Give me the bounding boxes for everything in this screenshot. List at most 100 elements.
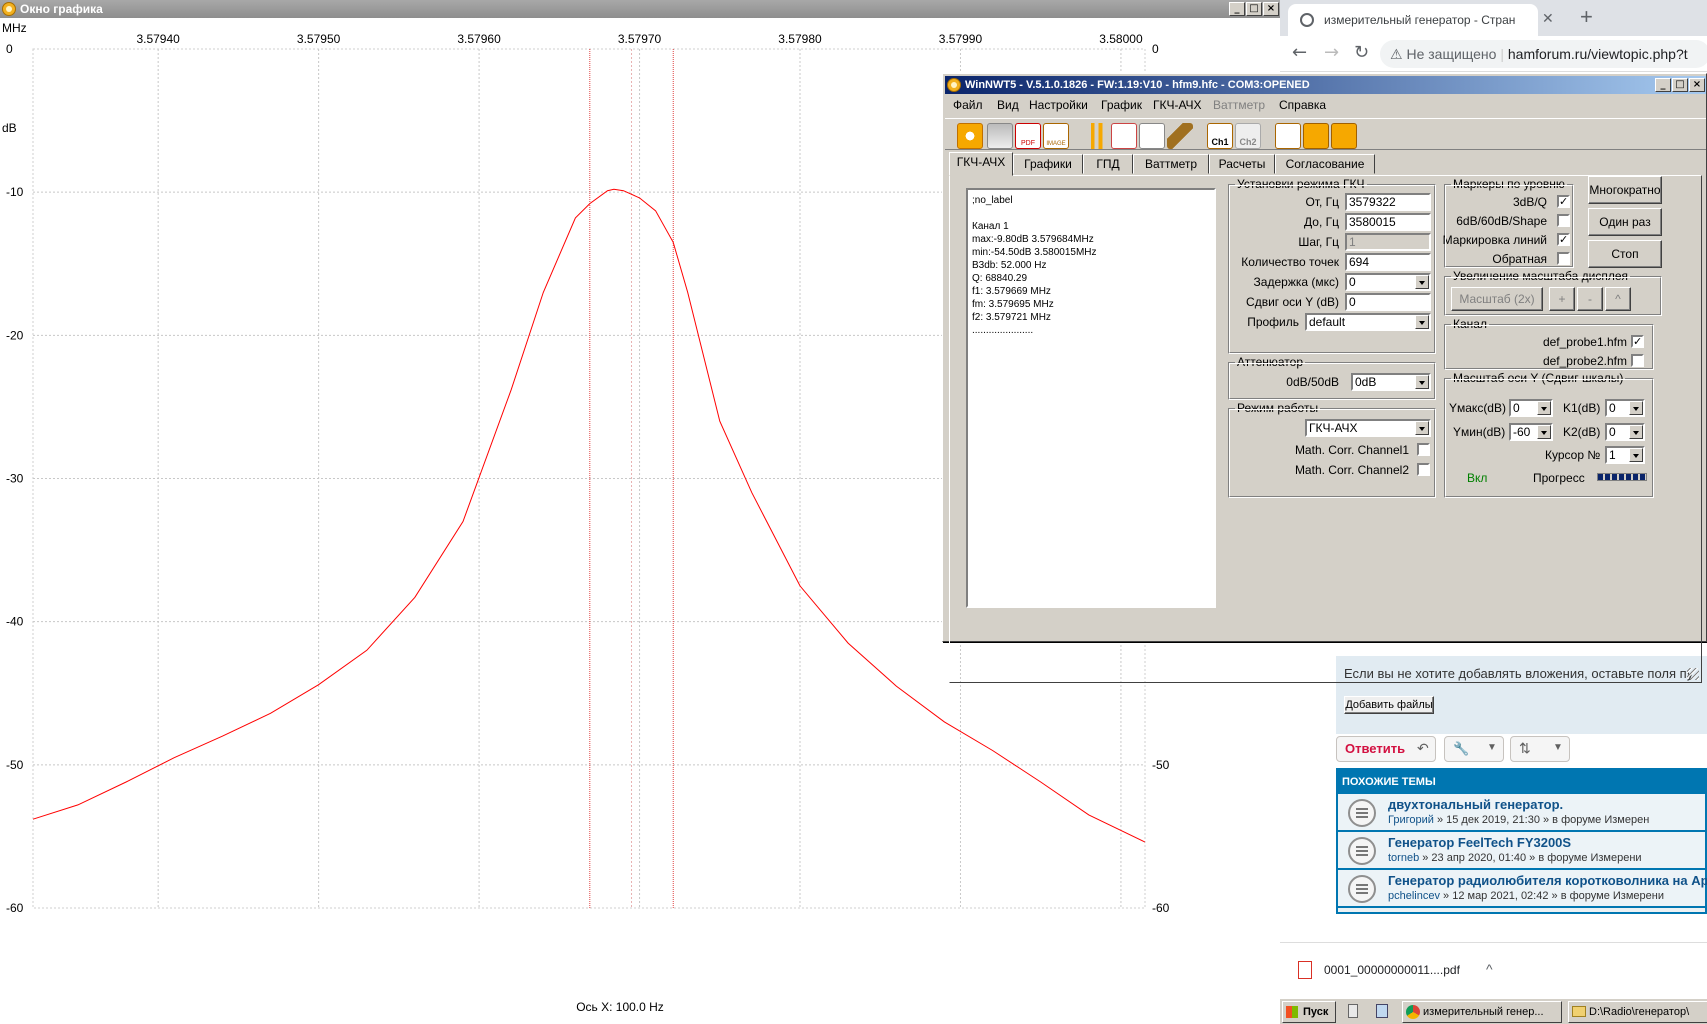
new-tab-button[interactable]: +	[1580, 4, 1593, 30]
chevron-down-icon[interactable]	[1629, 401, 1643, 415]
power-icon[interactable]	[957, 123, 983, 149]
k1-select[interactable]: 0	[1605, 399, 1645, 417]
probe1-checkbox[interactable]: ✓	[1631, 335, 1644, 348]
tools-dropdown[interactable]: 🔧 ▼	[1444, 736, 1504, 762]
image-export-icon[interactable]: IMAGE	[1043, 123, 1069, 149]
sweep-once-button[interactable]: Один раз	[1588, 208, 1662, 236]
channel2-icon[interactable]: Ch2	[1235, 123, 1261, 149]
menu-view[interactable]: Вид	[997, 98, 1019, 112]
points-input[interactable]: 694	[1345, 253, 1431, 271]
tab-matching[interactable]: Согласование	[1275, 154, 1375, 174]
load-icon[interactable]	[1331, 123, 1357, 149]
download-file-name[interactable]: 0001_00000000011....pdf	[1324, 963, 1460, 977]
menu-file[interactable]: Файл	[953, 98, 983, 112]
profile-select[interactable]: default	[1305, 313, 1431, 331]
maximize-button[interactable]: □	[1672, 78, 1688, 92]
channel1-icon[interactable]: Ch1	[1207, 123, 1233, 149]
menu-graph[interactable]: График	[1101, 98, 1142, 112]
stop-button[interactable]: Стоп	[1588, 240, 1662, 268]
chevron-down-icon[interactable]	[1415, 275, 1429, 289]
close-button[interactable]: ×	[1263, 2, 1279, 16]
forward-icon[interactable]: →	[1324, 42, 1339, 63]
menu-help[interactable]: Справка	[1279, 98, 1326, 112]
minimize-button[interactable]: _	[1655, 78, 1671, 92]
probe2-checkbox[interactable]	[1631, 354, 1644, 367]
download-chevron-icon[interactable]: ^	[1486, 961, 1493, 977]
cursor-select[interactable]: 1	[1605, 446, 1645, 464]
table-icon[interactable]	[1111, 123, 1137, 149]
tab-wattmeter[interactable]: Ваттметр	[1133, 154, 1209, 174]
zoom-up-button[interactable]: ^	[1605, 287, 1631, 311]
ymax-select[interactable]: 0	[1509, 399, 1553, 417]
mode-select[interactable]: ГКЧ-АЧХ	[1305, 419, 1431, 437]
minimize-button[interactable]: _	[1229, 2, 1245, 16]
related-topic-row[interactable]: Генератор радиолюбителя коротковолника н…	[1338, 870, 1707, 908]
close-button[interactable]: ×	[1689, 78, 1705, 92]
menu-settings[interactable]: Настройки	[1029, 98, 1088, 112]
reload-icon[interactable]: ↻	[1354, 42, 1369, 63]
chevron-down-icon[interactable]	[1629, 448, 1643, 462]
yshift-input[interactable]: 0	[1345, 293, 1431, 311]
tab-sweep[interactable]: ГКЧ-АЧХ	[949, 152, 1013, 176]
related-topic-author[interactable]: torneb	[1388, 852, 1419, 864]
chevron-down-icon[interactable]	[1537, 425, 1551, 439]
from-input[interactable]: 3579322	[1345, 193, 1431, 211]
tools-icon[interactable]	[1083, 123, 1109, 149]
delay-select[interactable]: 0	[1345, 273, 1431, 291]
related-topic-row[interactable]: Генератор FeelTech FY3200S torneb » 23 ап…	[1338, 832, 1705, 870]
chevron-down-icon[interactable]	[1415, 315, 1429, 329]
pdf-export-icon[interactable]: PDF	[1015, 123, 1041, 149]
winnwt-titlebar[interactable]: WinNWT5 - V.5.1.0.1826 - FW:1.19:V10 - h…	[945, 76, 1706, 94]
related-topic-title[interactable]: Генератор радиолюбителя коротковолника н…	[1388, 873, 1707, 888]
add-files-button[interactable]: Добавить файлы	[1344, 696, 1434, 714]
marker-3db-checkbox[interactable]: ✓	[1557, 195, 1570, 208]
attenuator-select[interactable]: 0dB	[1351, 373, 1431, 391]
taskbar-item-folder[interactable]: D:\Radio\генератор\	[1568, 1001, 1707, 1023]
zoom-out-button[interactable]: -	[1577, 287, 1603, 311]
save-icon[interactable]	[1303, 123, 1329, 149]
ymin-select[interactable]: -60	[1509, 423, 1553, 441]
quicklaunch-icon[interactable]	[1376, 1004, 1388, 1018]
sweep-icon[interactable]	[1275, 123, 1301, 149]
zoom-scale-button[interactable]: Масштаб (2x)	[1451, 287, 1543, 311]
zoom-in-button[interactable]: +	[1549, 287, 1575, 311]
reply-button[interactable]: Ответить ↶	[1336, 736, 1436, 762]
measurement-info[interactable]: ;no_label Канал 1 max:-9.80dB 3.579684MH…	[966, 188, 1216, 608]
start-button[interactable]: Пуск	[1282, 1001, 1336, 1023]
corr1-checkbox[interactable]	[1417, 443, 1430, 456]
tab-calc[interactable]: Расчеты	[1209, 154, 1275, 174]
k2-select[interactable]: 0	[1605, 423, 1645, 441]
marker-shape-checkbox[interactable]	[1557, 214, 1570, 227]
resize-grip-icon[interactable]	[1687, 668, 1699, 680]
taskbar-item-browser[interactable]: измерительный генер...	[1402, 1001, 1562, 1023]
marker-inverse-checkbox[interactable]	[1557, 252, 1570, 265]
close-tab-icon[interactable]: ✕	[1542, 10, 1554, 27]
step-input[interactable]: 1	[1345, 233, 1431, 251]
to-input[interactable]: 3580015	[1345, 213, 1431, 231]
menu-wattmeter[interactable]: Ваттметр	[1213, 98, 1265, 112]
chevron-down-icon[interactable]	[1415, 375, 1429, 389]
related-topic-author[interactable]: pchelincev	[1388, 890, 1440, 902]
tab-vfo[interactable]: ГПД	[1083, 154, 1133, 174]
calibrate-icon[interactable]	[1167, 123, 1193, 149]
related-topic-title[interactable]: двухтональный генератор.	[1388, 797, 1563, 812]
graph-icon[interactable]	[1139, 123, 1165, 149]
related-topic-title[interactable]: Генератор FeelTech FY3200S	[1388, 835, 1571, 850]
sort-dropdown[interactable]: ⇅ ▼	[1510, 736, 1570, 762]
tab-graphs[interactable]: Графики	[1013, 154, 1083, 174]
print-icon[interactable]	[987, 123, 1013, 149]
chevron-down-icon[interactable]	[1537, 401, 1551, 415]
chevron-down-icon[interactable]	[1629, 425, 1643, 439]
menu-sweep[interactable]: ГКЧ-АЧХ	[1153, 98, 1202, 112]
back-icon[interactable]: ←	[1292, 42, 1307, 63]
chevron-down-icon[interactable]	[1415, 421, 1429, 435]
sweep-continuous-button[interactable]: Многократно	[1588, 176, 1662, 204]
marker-lines-checkbox[interactable]: ✓	[1557, 233, 1570, 246]
maximize-button[interactable]: □	[1246, 2, 1262, 16]
corr2-checkbox[interactable]	[1417, 463, 1430, 476]
browser-tab[interactable]: измерительный генератор - Стран	[1288, 4, 1538, 36]
graph-window-titlebar[interactable]: Окно графика _ □ ×	[0, 0, 1280, 18]
related-topic-row[interactable]: двухтональный генератор. Григорий » 15 де…	[1338, 794, 1705, 832]
related-topic-author[interactable]: Григорий	[1388, 814, 1434, 826]
quicklaunch-icon[interactable]	[1348, 1004, 1358, 1018]
